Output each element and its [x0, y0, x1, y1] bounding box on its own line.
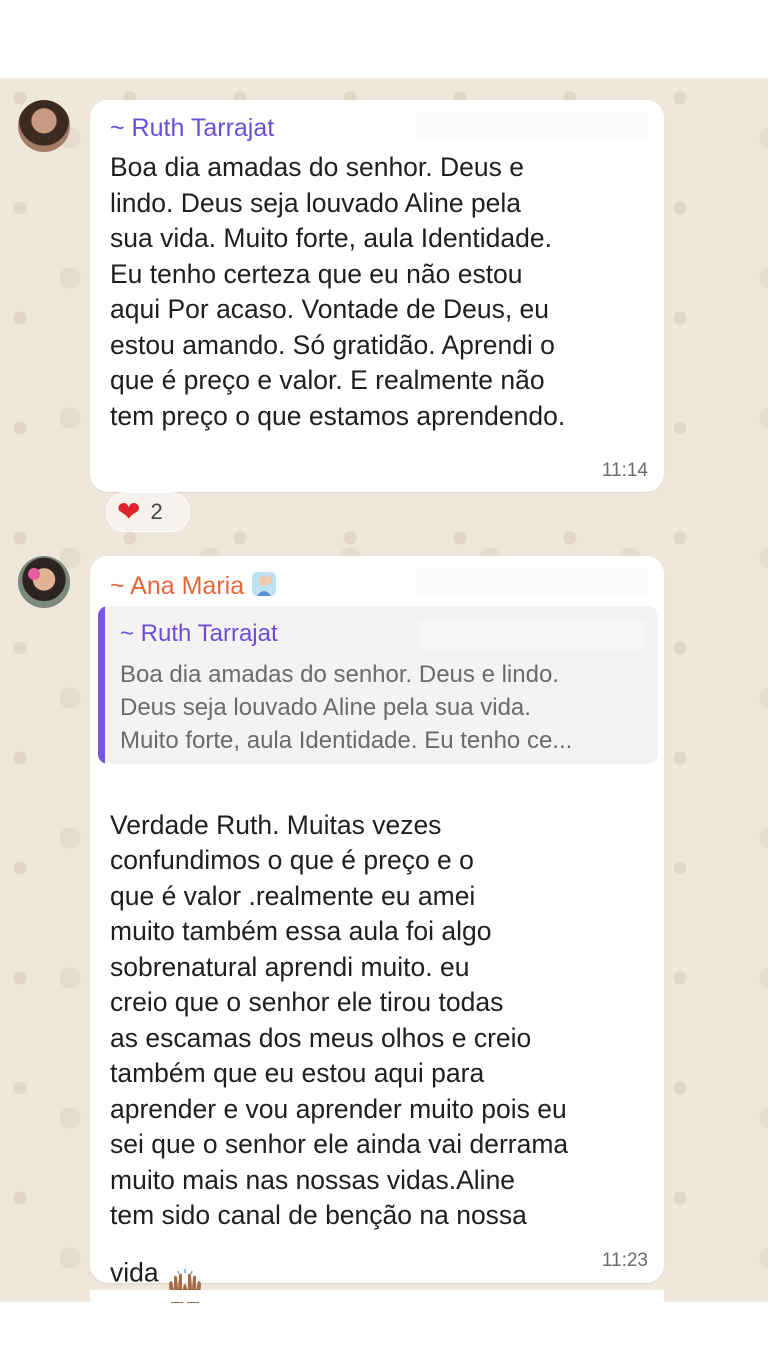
message-text-body: Verdade Ruth. Muitas vezes confundimos o…	[110, 809, 569, 1288]
redacted-phone	[416, 568, 648, 598]
redacted-phone	[418, 620, 646, 650]
quote-bar	[98, 606, 105, 764]
message-bubble[interactable]: ~ Ana Maria ~ Ruth Tarrajat Boa dia amad…	[90, 556, 664, 1303]
message-bubble[interactable]: ~ Ruth Tarrajat Boa dia amadas do senhor…	[90, 100, 664, 492]
sender-name[interactable]: ~ Ana Maria	[110, 570, 278, 605]
quote-sender: ~ Ruth Tarrajat	[120, 620, 278, 647]
reaction-count: 2	[150, 499, 163, 524]
message-text: Boa dia amadas do senhor. Deus e lindo. …	[110, 152, 566, 431]
message-time: 11:14	[601, 460, 648, 481]
flower-icon	[28, 568, 40, 580]
message-time: 11:23	[601, 1250, 648, 1271]
sender-name[interactable]: ~ Ruth Tarrajat	[110, 114, 274, 143]
quoted-message[interactable]: ~ Ruth Tarrajat Boa dia amadas do senhor…	[98, 606, 658, 764]
person-raising-hand-icon	[250, 570, 278, 605]
raising-hands-icon	[165, 1234, 205, 1315]
redacted-phone	[416, 112, 648, 142]
avatar[interactable]	[18, 556, 70, 608]
heart-icon: ❤	[117, 496, 141, 527]
avatar[interactable]	[18, 100, 70, 152]
sender-name-text: ~ Ana Maria	[110, 572, 245, 601]
quote-text: Boa dia amadas do senhor. Deus e lindo. …	[120, 661, 573, 754]
reaction-badge[interactable]: ❤ 2	[106, 492, 190, 532]
next-message-edge	[90, 1290, 664, 1302]
message-text: Verdade Ruth. Muitas vezes confundimos o…	[110, 772, 655, 1315]
